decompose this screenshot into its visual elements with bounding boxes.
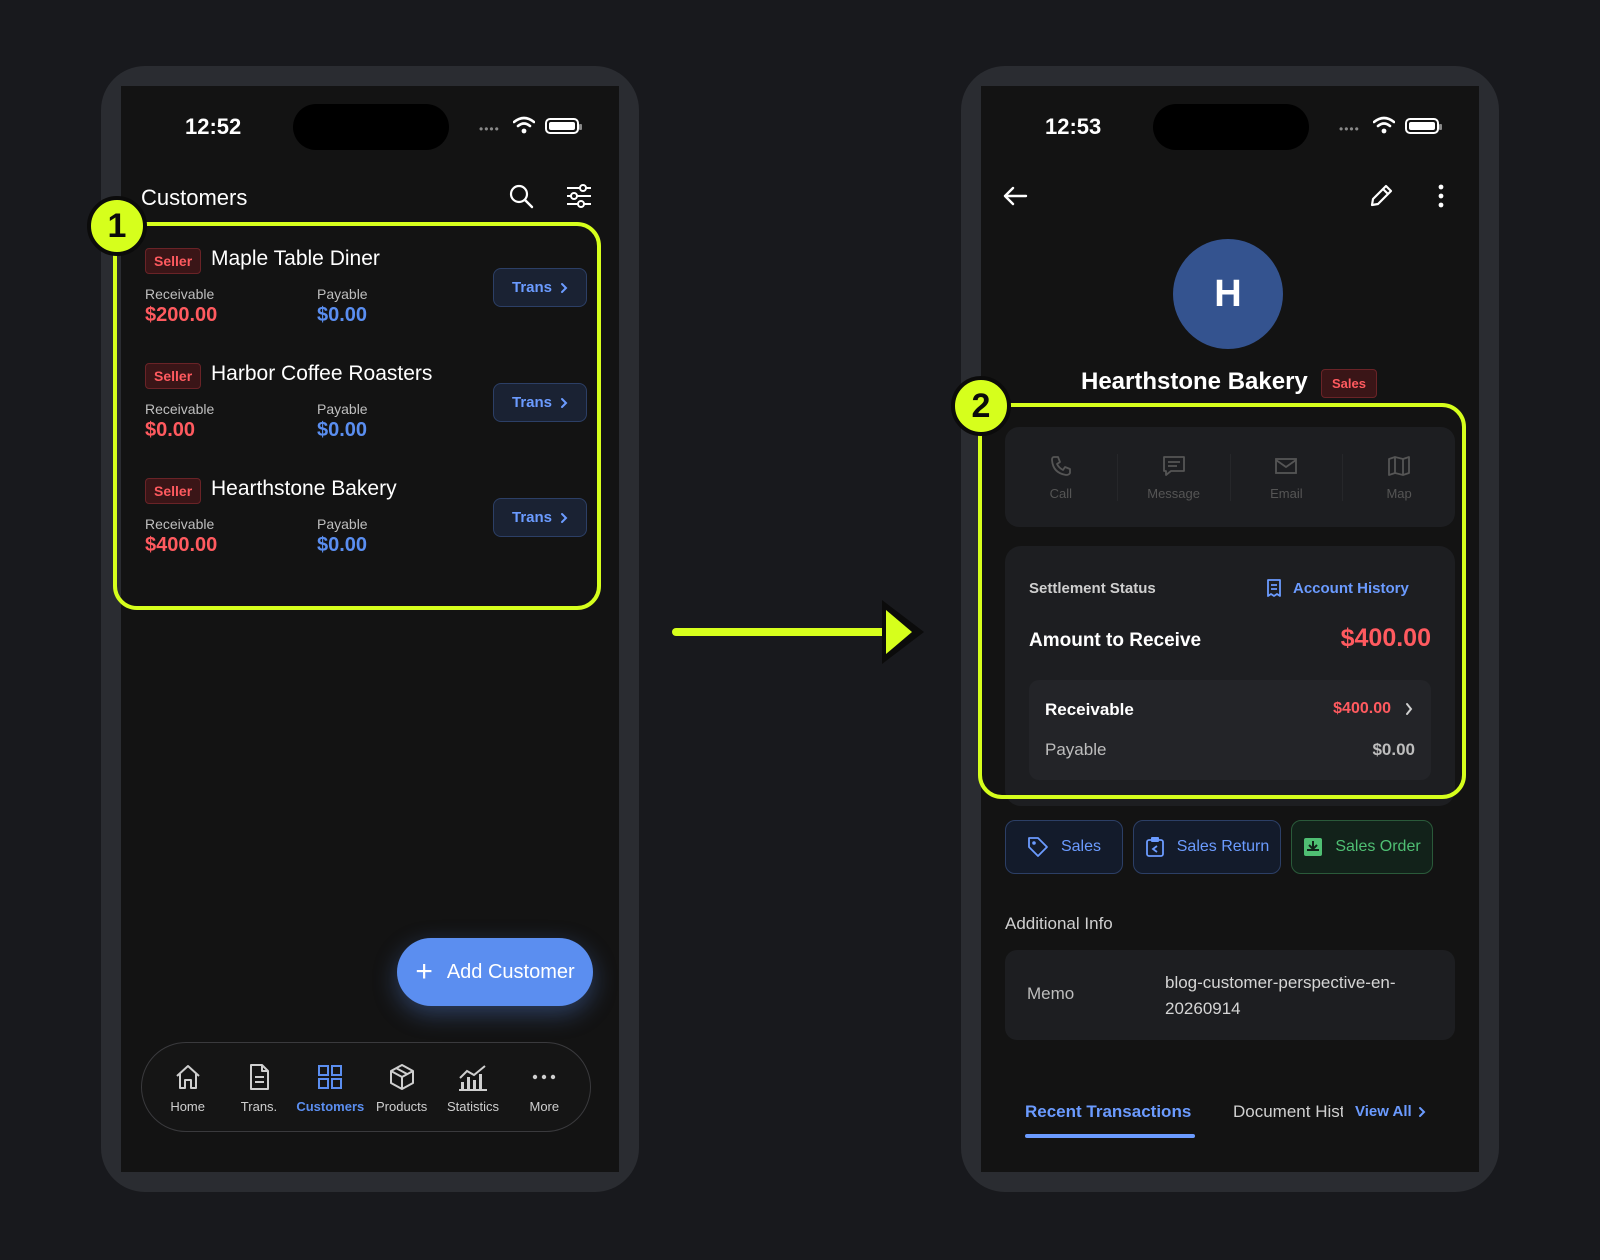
chevron-right-icon [1418, 1106, 1426, 1117]
filter-icon[interactable] [563, 180, 595, 212]
memo-value: blog-customer-perspective-en-20260914 [1165, 973, 1396, 1018]
bottom-nav: Home Trans. Customers Products Statistic… [141, 1042, 591, 1132]
flow-arrow-icon [672, 600, 924, 664]
back-arrow-icon[interactable] [999, 180, 1031, 212]
dynamic-island [293, 104, 449, 150]
status-bar: 12:53 •••• [981, 86, 1479, 166]
nav-label: More [529, 1098, 560, 1114]
avatar: H [1173, 239, 1283, 349]
tab-recent-transactions[interactable]: Recent Transactions [1025, 1102, 1191, 1122]
sales-order-button[interactable]: Sales Order [1291, 820, 1433, 874]
search-icon[interactable] [505, 180, 537, 212]
chart-icon [457, 1061, 489, 1093]
wifi-icon [513, 116, 535, 134]
detail-tabs: Recent Transactions Document History Vie… [981, 1086, 1479, 1146]
box-icon [386, 1061, 418, 1093]
additional-info-title: Additional Info [1005, 914, 1113, 933]
memo-label: Memo [1027, 984, 1075, 1003]
view-all-label: View All [1355, 1103, 1412, 1120]
edit-pencil-icon[interactable] [1365, 180, 1397, 212]
status-time: 12:52 [185, 114, 242, 139]
nav-item-more[interactable]: More [509, 1061, 579, 1114]
plus-icon: + [415, 955, 433, 988]
sales-badge: Sales [1321, 369, 1377, 398]
highlight-box-step-1 [113, 222, 601, 610]
nav-label: Statistics [446, 1098, 499, 1114]
more-icon [528, 1061, 560, 1093]
memo-card: Memo blog-customer-perspective-en-202609… [1005, 950, 1455, 1040]
nav-item-trans[interactable]: Trans. [224, 1061, 294, 1114]
sales-return-button[interactable]: Sales Return [1133, 820, 1281, 874]
nav-label: Products [375, 1098, 428, 1114]
document-icon [243, 1061, 275, 1093]
customer-name: Hearthstone Bakery [1081, 368, 1308, 395]
more-vertical-icon[interactable] [1425, 180, 1457, 212]
battery-icon [1405, 118, 1442, 134]
highlight-box-step-2 [978, 403, 1466, 799]
add-customer-label: Add Customer [446, 960, 575, 983]
nav-item-products[interactable]: Products [367, 1061, 437, 1114]
sales-return-label: Sales Return [1176, 838, 1270, 855]
add-customer-button[interactable]: + Add Customer [397, 938, 593, 1006]
home-icon [172, 1061, 204, 1093]
step-badge-1: 1 [87, 196, 147, 256]
tab-document-history[interactable]: Document History [1233, 1102, 1343, 1122]
return-clipboard-icon [1145, 837, 1164, 857]
page-title: Customers [141, 185, 248, 210]
battery-icon [545, 118, 582, 134]
nav-item-statistics[interactable]: Statistics [438, 1061, 508, 1114]
sales-label: Sales [1060, 838, 1102, 855]
signal-icon: •••• [479, 122, 500, 136]
nav-label: Home [170, 1098, 205, 1114]
sales-order-label: Sales Order [1335, 838, 1421, 855]
tag-icon [1028, 837, 1048, 857]
nav-label: Customers [296, 1098, 365, 1114]
nav-label: Trans. [240, 1098, 278, 1114]
status-time: 12:53 [1045, 114, 1102, 139]
step-badge-2: 2 [951, 376, 1011, 436]
nav-item-customers[interactable]: Customers [295, 1061, 365, 1114]
dynamic-island [1153, 104, 1309, 150]
signal-icon: •••• [1339, 122, 1360, 136]
grid-icon [314, 1061, 346, 1093]
active-tab-indicator [1025, 1134, 1195, 1138]
order-inbox-icon [1304, 838, 1323, 856]
sales-button[interactable]: Sales [1005, 820, 1123, 874]
view-all-link[interactable]: View All [1355, 1103, 1426, 1120]
status-bar: 12:52 •••• [121, 86, 619, 166]
nav-item-home[interactable]: Home [153, 1061, 223, 1114]
wifi-icon [1373, 116, 1395, 134]
